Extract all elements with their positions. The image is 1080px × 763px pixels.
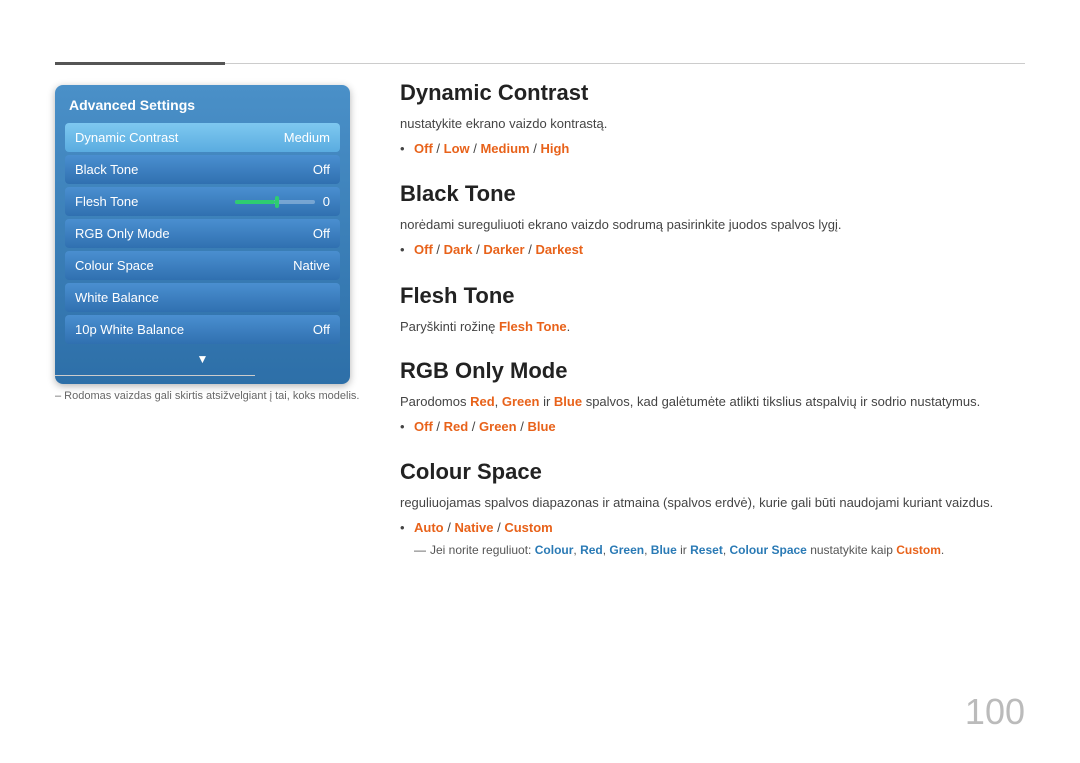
section-colour-space: Colour Space reguliuojamas spalvos diapa…: [400, 459, 1025, 559]
option-dark: Dark: [444, 242, 473, 257]
left-separator: [55, 375, 255, 376]
sep-bt3: /: [525, 242, 536, 257]
section-bullet-colour-space: Auto / Native / Custom: [400, 518, 1025, 539]
menu-item-label-flesh-tone: Flesh Tone: [75, 194, 138, 209]
section-bullet-rgb: Off / Red / Green / Blue: [400, 417, 1025, 438]
menu-item-label-10p-white-balance: 10p White Balance: [75, 322, 184, 337]
section-black-tone: Black Tone norėdami sureguliuoti ekrano …: [400, 181, 1025, 260]
section-flesh-tone: Flesh Tone Paryškinti rožinę Flesh Tone.: [400, 283, 1025, 337]
page-number: 100: [965, 691, 1025, 733]
section-desc-black-tone: norėdami sureguliuoti ekrano vaizdo sodr…: [400, 215, 1025, 235]
option-off: Off: [414, 141, 433, 156]
menu-item-colour-space[interactable]: Colour Space Native: [65, 251, 340, 280]
section-title-flesh-tone: Flesh Tone: [400, 283, 1025, 309]
rgb-red: Red: [470, 394, 495, 409]
slider-track[interactable]: [235, 200, 315, 204]
section-desc-colour-space: reguliuojamas spalvos diapazonas ir atma…: [400, 493, 1025, 513]
advanced-settings-box: Advanced Settings Dynamic Contrast Mediu…: [55, 85, 350, 384]
sub-colour: Colour: [535, 543, 574, 557]
menu-item-value-dynamic-contrast: Medium: [284, 130, 330, 145]
sep-rgb2: /: [468, 419, 479, 434]
top-line-light: [225, 63, 1025, 64]
option-darker: Darker: [483, 242, 524, 257]
slider-fill: [235, 200, 275, 204]
menu-item-10p-white-balance[interactable]: 10p White Balance Off: [65, 315, 340, 344]
down-arrow-icon: ▼: [65, 352, 340, 366]
sep-bt2: /: [473, 242, 484, 257]
rgb-green: Green: [502, 394, 540, 409]
menu-item-value-rgb-only-mode: Off: [313, 226, 330, 241]
menu-item-dynamic-contrast[interactable]: Dynamic Contrast Medium: [65, 123, 340, 152]
option-darkest: Darkest: [535, 242, 583, 257]
menu-item-flesh-tone[interactable]: Flesh Tone 0: [65, 187, 340, 216]
sep-bt1: /: [433, 242, 444, 257]
section-desc-rgb-only-mode: Parodomos Red, Green ir Blue spalvos, ka…: [400, 392, 1025, 412]
section-title-black-tone: Black Tone: [400, 181, 1025, 207]
option-auto: Auto: [414, 520, 444, 535]
sub-colour-space: Colour Space: [730, 543, 807, 557]
menu-item-value-colour-space: Native: [293, 258, 330, 273]
section-title-dynamic-contrast: Dynamic Contrast: [400, 80, 1025, 106]
option-off-bt: Off: [414, 242, 433, 257]
section-desc-flesh-tone: Paryškinti rožinę Flesh Tone.: [400, 317, 1025, 337]
section-desc-dynamic-contrast: nustatykite ekrano vaizdo kontrastą.: [400, 114, 1025, 134]
advanced-settings-title: Advanced Settings: [65, 97, 340, 113]
option-low: Low: [444, 141, 470, 156]
option-medium: Medium: [480, 141, 529, 156]
menu-item-label-dynamic-contrast: Dynamic Contrast: [75, 130, 178, 145]
menu-item-value-10p-white-balance: Off: [313, 322, 330, 337]
sep-cs2: /: [493, 520, 504, 535]
top-divider: [55, 62, 1025, 65]
sep-rgb3: /: [517, 419, 528, 434]
sub-green: Green: [609, 543, 644, 557]
sub-red: Red: [580, 543, 603, 557]
slider-thumb: [275, 196, 279, 208]
rgb-blue: Blue: [554, 394, 582, 409]
sep3: /: [530, 141, 541, 156]
bottom-note: – Rodomas vaizdas gali skirtis atsižvelg…: [55, 390, 359, 402]
right-panel: Dynamic Contrast nustatykite ekrano vaiz…: [400, 80, 1025, 582]
menu-item-black-tone[interactable]: Black Tone Off: [65, 155, 340, 184]
option-red: Red: [444, 419, 469, 434]
sub-custom: Custom: [896, 543, 941, 557]
flesh-tone-highlight: Flesh Tone: [499, 319, 567, 334]
option-blue: Blue: [527, 419, 555, 434]
sep-cs1: /: [444, 520, 455, 535]
menu-item-label-black-tone: Black Tone: [75, 162, 138, 177]
menu-item-value-black-tone: Off: [313, 162, 330, 177]
menu-item-white-balance[interactable]: White Balance: [65, 283, 340, 312]
top-line-dark: [55, 62, 225, 65]
option-off-rgb: Off: [414, 419, 433, 434]
menu-item-value-flesh-tone: 0: [323, 194, 330, 209]
sub-reset: Reset: [690, 543, 723, 557]
sub-blue: Blue: [651, 543, 677, 557]
menu-item-rgb-only-mode[interactable]: RGB Only Mode Off: [65, 219, 340, 248]
sep1: /: [433, 141, 444, 156]
section-title-rgb-only-mode: RGB Only Mode: [400, 358, 1025, 384]
menu-item-label-rgb-only-mode: RGB Only Mode: [75, 226, 170, 241]
section-dynamic-contrast: Dynamic Contrast nustatykite ekrano vaiz…: [400, 80, 1025, 159]
option-green: Green: [479, 419, 517, 434]
option-custom: Custom: [504, 520, 552, 535]
menu-item-label-colour-space: Colour Space: [75, 258, 154, 273]
sep-rgb1: /: [433, 419, 444, 434]
sep2: /: [470, 141, 481, 156]
section-title-colour-space: Colour Space: [400, 459, 1025, 485]
option-high: High: [540, 141, 569, 156]
section-rgb-only-mode: RGB Only Mode Parodomos Red, Green ir Bl…: [400, 358, 1025, 437]
option-native: Native: [454, 520, 493, 535]
section-sub-bullet-colour-space: Jei norite reguliuot: Colour, Red, Green…: [400, 541, 1025, 560]
section-bullet-black-tone: Off / Dark / Darker / Darkest: [400, 240, 1025, 261]
menu-item-label-white-balance: White Balance: [75, 290, 159, 305]
section-bullet-dynamic-contrast: Off / Low / Medium / High: [400, 139, 1025, 160]
flesh-tone-slider-container: 0: [235, 194, 330, 209]
left-panel: Advanced Settings Dynamic Contrast Mediu…: [55, 85, 350, 384]
